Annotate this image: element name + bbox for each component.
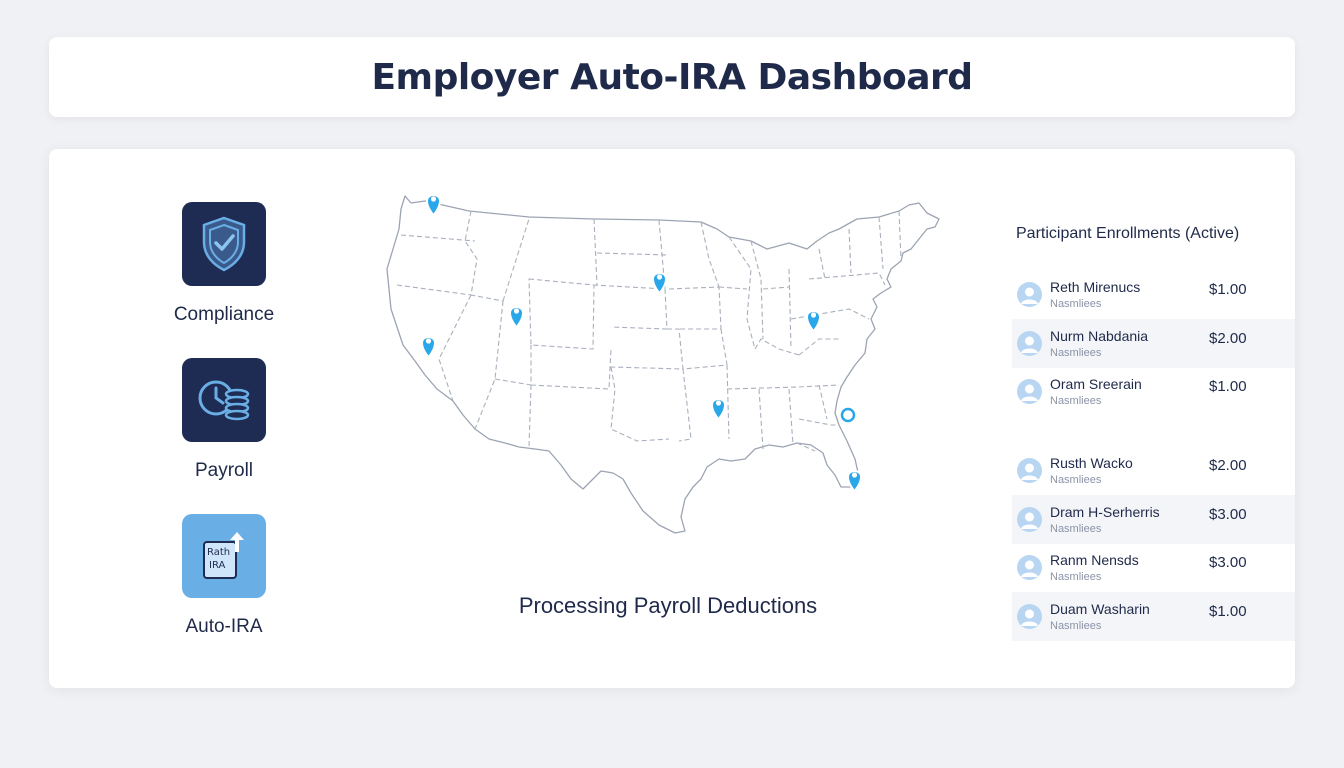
nav-item-payroll[interactable]: Payroll	[149, 358, 299, 482]
us-map	[379, 189, 959, 549]
participant-name: Reth Mirenucs	[1050, 279, 1141, 295]
participant-sub: Nasmliees	[1050, 620, 1102, 632]
avatar-icon	[1017, 331, 1042, 356]
nav-item-compliance[interactable]: Compliance	[149, 202, 299, 326]
map-marker-icon	[840, 407, 856, 423]
tile-text-line-1: Rath	[207, 547, 231, 558]
payroll-tile[interactable]	[182, 358, 266, 442]
participant-name: Oram Sreerain	[1050, 376, 1142, 392]
participant-name: Duam Washarin	[1050, 601, 1150, 617]
map-caption: Processing Payroll Deductions	[518, 593, 818, 618]
roth-ira-document-icon: Rath IRA	[201, 531, 247, 581]
clock-coins-icon	[198, 380, 250, 421]
dashboard-panel: Compliance Payroll Rath IRA Auto-IRA Pro…	[49, 149, 1295, 688]
participant-sub: Nasmliees	[1050, 395, 1102, 407]
participant-name: Rusth Wacko	[1050, 455, 1133, 471]
compliance-tile[interactable]	[182, 202, 266, 286]
enrollment-row[interactable]: Dram H-Serherris Nasmliees $3.00	[1012, 495, 1295, 544]
enrollment-row[interactable]: Nurm Nabdania Nasmliees $2.00	[1012, 319, 1295, 368]
avatar-icon	[1017, 507, 1042, 532]
participant-sub: Nasmliees	[1050, 298, 1102, 310]
avatar-icon	[1017, 604, 1042, 629]
nav-item-auto-ira[interactable]: Rath IRA Auto-IRA	[149, 514, 299, 638]
us-map-outline	[386, 194, 940, 534]
enrollment-row[interactable]: Ranm Nensds Nasmliees $3.00	[1012, 543, 1295, 592]
participant-sub: Nasmliees	[1050, 474, 1102, 486]
enrollments-title: Participant Enrollments (Active)	[1016, 225, 1240, 242]
nav-label-auto-ira: Auto-IRA	[185, 616, 263, 637]
avatar-icon	[1017, 282, 1042, 307]
contribution-amount: $2.00	[1209, 457, 1247, 474]
contribution-amount: $1.00	[1209, 603, 1247, 620]
enrollment-row[interactable]: Oram Sreerain Nasmliees $1.00	[1012, 367, 1295, 416]
participant-name: Nurm Nabdania	[1050, 328, 1149, 344]
avatar-icon	[1017, 458, 1042, 483]
participant-sub: Nasmliees	[1050, 571, 1102, 583]
contribution-amount: $1.00	[1209, 281, 1247, 298]
shield-check-icon	[202, 216, 246, 272]
avatar-icon	[1017, 379, 1042, 404]
participant-name: Ranm Nensds	[1050, 552, 1139, 568]
page-title: Employer Auto-IRA Dashboard	[371, 56, 973, 98]
header-card: Employer Auto-IRA Dashboard	[49, 37, 1295, 117]
contribution-amount: $3.00	[1209, 506, 1247, 523]
avatar-icon	[1017, 555, 1042, 580]
arrow-up-icon	[230, 532, 244, 552]
participant-sub: Nasmliees	[1050, 347, 1102, 359]
nav-label-payroll: Payroll	[194, 460, 254, 481]
enrollment-row[interactable]: Rusth Wacko Nasmliees $2.00	[1012, 446, 1295, 495]
enrollment-row[interactable]: Reth Mirenucs Nasmliees $1.00	[1012, 270, 1295, 319]
contribution-amount: $3.00	[1209, 554, 1247, 571]
nav-label-compliance: Compliance	[173, 304, 275, 325]
auto-ira-tile[interactable]: Rath IRA	[182, 514, 266, 598]
enrollment-row[interactable]: Duam Washarin Nasmliees $1.00	[1012, 592, 1295, 641]
participant-sub: Nasmliees	[1050, 523, 1102, 535]
tile-text-line-2: IRA	[209, 560, 226, 571]
participant-name: Dram H-Serherris	[1050, 504, 1160, 520]
contribution-amount: $2.00	[1209, 330, 1247, 347]
contribution-amount: $1.00	[1209, 378, 1247, 395]
